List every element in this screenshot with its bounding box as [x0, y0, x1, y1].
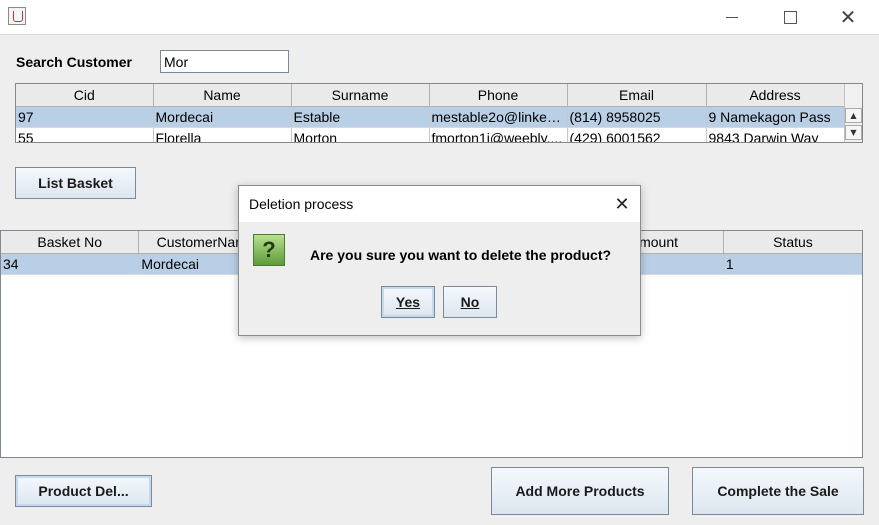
scroll-down-button[interactable]: ▼	[845, 125, 862, 140]
cell-email: (814) 8958025	[567, 106, 707, 128]
table-row[interactable]: 97 Mordecai Estable mestable2o@linked...…	[16, 106, 845, 128]
customer-table-header: Cid Name Surname Phone Email Address	[16, 84, 845, 107]
no-button[interactable]: No	[443, 286, 497, 318]
deletion-dialog: Deletion process ✕ ? Are you sure you wa…	[238, 185, 641, 336]
minimize-icon	[726, 16, 738, 18]
minimize-button[interactable]	[709, 0, 755, 34]
cell-email: (429) 6001562	[567, 127, 707, 142]
list-basket-button[interactable]: List Basket	[15, 167, 136, 199]
column-header-address[interactable]: Address	[706, 84, 845, 107]
column-header-phone[interactable]: Phone	[429, 84, 568, 107]
yes-button[interactable]: Yes	[381, 286, 435, 318]
column-header-basket-no[interactable]: Basket No	[1, 231, 140, 254]
column-header-cid[interactable]: Cid	[16, 84, 154, 107]
question-icon: ?	[253, 234, 285, 266]
add-more-products-button[interactable]: Add More Products	[491, 467, 669, 515]
cell-surname: Estable	[291, 106, 430, 128]
maximize-icon	[783, 10, 797, 24]
arrow-down-icon: ▼	[850, 128, 857, 137]
dialog-message: Are you sure you want to delete the prod…	[310, 247, 612, 263]
cell-cid: 97	[16, 106, 154, 128]
close-window-button[interactable]: ✕	[825, 0, 871, 34]
arrow-up-icon: ▲	[850, 111, 857, 120]
java-app-icon	[8, 7, 26, 25]
complete-sale-button[interactable]: Complete the Sale	[692, 467, 864, 515]
cell-phone: fmorton1i@weebly....	[429, 127, 568, 142]
cell-basket-no: 34	[1, 253, 140, 275]
column-header-surname[interactable]: Surname	[291, 84, 430, 107]
cell-phone: mestable2o@linked...	[429, 106, 568, 128]
cell-cid: 55	[16, 127, 154, 142]
cell-surname: Morton	[291, 127, 430, 142]
close-icon: ✕	[614, 193, 630, 215]
cell-name: Florella	[153, 127, 292, 142]
customer-table-scrollbar[interactable]: ▲ ▼	[844, 84, 862, 142]
scroll-up-button[interactable]: ▲	[845, 108, 862, 123]
maximize-button[interactable]	[767, 0, 813, 34]
column-header-email[interactable]: Email	[567, 84, 707, 107]
search-customer-input[interactable]	[160, 50, 289, 73]
column-header-name[interactable]: Name	[153, 84, 292, 107]
frame-divider	[0, 34, 879, 35]
cell-address: 9843 Darwin Way	[706, 127, 845, 142]
table-row[interactable]: 55 Florella Morton fmorton1i@weebly.... …	[16, 127, 845, 142]
column-header-status[interactable]: Status	[723, 231, 862, 254]
cell-status: 1	[723, 253, 862, 275]
search-customer-label: Search Customer	[16, 54, 132, 70]
cell-name: Mordecai	[153, 106, 292, 128]
product-delete-button[interactable]: Product Del...	[15, 475, 152, 507]
cell-address: 9 Namekagon Pass	[706, 106, 845, 128]
close-icon: ✕	[839, 5, 857, 29]
dialog-close-button[interactable]: ✕	[607, 189, 637, 219]
customer-table: Cid Name Surname Phone Email Address 97 …	[15, 83, 863, 143]
dialog-title: Deletion process	[249, 196, 354, 212]
